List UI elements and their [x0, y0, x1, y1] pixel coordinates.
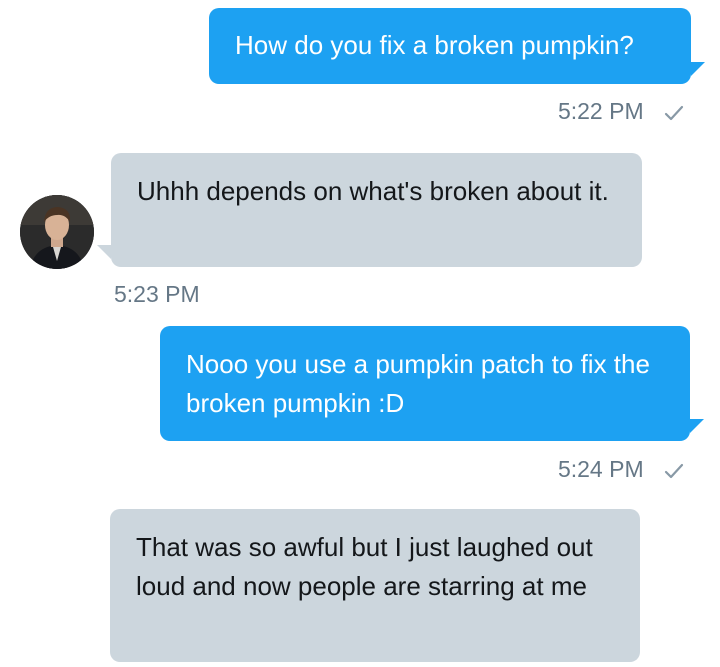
- message-bubble-outgoing[interactable]: How do you fix a broken pumpkin?: [209, 8, 691, 84]
- message-timestamp: 5:23 PM: [114, 281, 200, 308]
- check-icon: [664, 102, 684, 129]
- timestamp-text: 5:24 PM: [557, 456, 644, 482]
- message-bubble-incoming[interactable]: That was so awful but I just laughed out…: [110, 509, 640, 662]
- timestamp-text: 5:23 PM: [114, 281, 200, 307]
- message-text: Uhhh depends on what's broken about it.: [137, 176, 609, 206]
- bubble-tail: [690, 419, 704, 433]
- message-text: Nooo you use a pumpkin patch to fix the …: [186, 349, 650, 418]
- message-bubble-outgoing[interactable]: Nooo you use a pumpkin patch to fix the …: [160, 326, 690, 441]
- avatar[interactable]: [20, 195, 94, 269]
- bubble-tail: [97, 245, 111, 259]
- message-timestamp: 5:24 PM: [558, 456, 684, 487]
- message-text: That was so awful but I just laughed out…: [136, 532, 593, 601]
- message-bubble-incoming[interactable]: Uhhh depends on what's broken about it.: [111, 153, 642, 267]
- check-icon: [664, 460, 684, 487]
- timestamp-text: 5:22 PM: [557, 98, 644, 124]
- message-text: How do you fix a broken pumpkin?: [235, 30, 634, 60]
- message-timestamp: 5:22 PM: [558, 98, 684, 129]
- bubble-tail: [691, 62, 705, 76]
